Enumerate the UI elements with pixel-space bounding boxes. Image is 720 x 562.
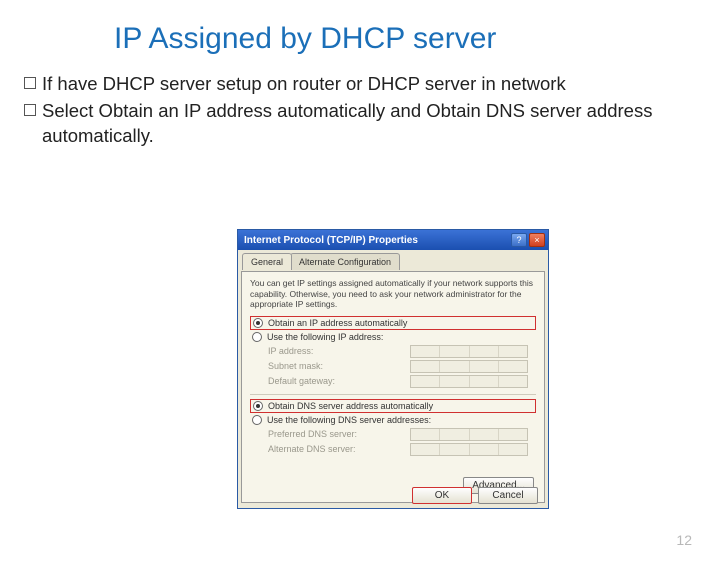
radio-icon	[253, 318, 263, 328]
slide-title: IP Assigned by DHCP server	[114, 22, 720, 56]
cancel-button[interactable]: Cancel	[478, 487, 538, 504]
ip-input	[410, 428, 528, 441]
ip-input	[410, 360, 528, 373]
radio-obtain-dns-auto[interactable]: Obtain DNS server address automatically	[250, 399, 536, 413]
radio-label: Obtain DNS server address automatically	[268, 401, 433, 411]
radio-icon	[252, 332, 262, 342]
field-label: Preferred DNS server:	[268, 429, 357, 439]
close-button[interactable]: ×	[529, 233, 545, 247]
ip-input	[410, 375, 528, 388]
field-alternate-dns: Alternate DNS server:	[268, 443, 528, 456]
radio-icon	[252, 415, 262, 425]
bullet-list: If have DHCP server setup on router or D…	[24, 72, 678, 149]
ok-button[interactable]: OK	[412, 487, 472, 504]
field-ip-address: IP address:	[268, 345, 528, 358]
field-subnet-mask: Subnet mask:	[268, 360, 528, 373]
field-label: Alternate DNS server:	[268, 444, 356, 454]
ip-input	[410, 443, 528, 456]
field-label: Default gateway:	[268, 376, 335, 386]
field-default-gateway: Default gateway:	[268, 375, 528, 388]
checkbox-icon	[24, 77, 36, 89]
help-button[interactable]: ?	[511, 233, 527, 247]
description-text: You can get IP settings assigned automat…	[250, 278, 536, 310]
bullet-item: If have DHCP server setup on router or D…	[24, 72, 678, 97]
radio-label: Use the following DNS server addresses:	[267, 415, 431, 425]
dialog-title: Internet Protocol (TCP/IP) Properties	[244, 235, 418, 246]
tab-strip: General Alternate Configuration	[238, 253, 548, 271]
radio-use-following-dns[interactable]: Use the following DNS server addresses:	[250, 414, 536, 426]
field-label: Subnet mask:	[268, 361, 323, 371]
radio-label: Obtain an IP address automatically	[268, 318, 407, 328]
field-preferred-dns: Preferred DNS server:	[268, 428, 528, 441]
ip-input	[410, 345, 528, 358]
radio-obtain-ip-auto[interactable]: Obtain an IP address automatically	[250, 316, 536, 330]
tcpip-properties-dialog: Internet Protocol (TCP/IP) Properties ? …	[237, 229, 549, 509]
bullet-text: Select Obtain an IP address automaticall…	[42, 99, 678, 149]
titlebar: Internet Protocol (TCP/IP) Properties ? …	[238, 230, 548, 250]
bullet-text: If have DHCP server setup on router or D…	[42, 72, 678, 97]
checkbox-icon	[24, 104, 36, 116]
dns-fields-group: Preferred DNS server: Alternate DNS serv…	[268, 428, 528, 456]
radio-label: Use the following IP address:	[267, 332, 383, 342]
dialog-button-row: OK Cancel	[412, 487, 538, 504]
tab-panel-general: You can get IP settings assigned automat…	[241, 271, 545, 503]
field-label: IP address:	[268, 346, 313, 356]
radio-use-following-ip[interactable]: Use the following IP address:	[250, 331, 536, 343]
bullet-item: Select Obtain an IP address automaticall…	[24, 99, 678, 149]
page-number: 12	[676, 532, 692, 548]
separator	[250, 394, 536, 395]
radio-icon	[253, 401, 263, 411]
tab-general[interactable]: General	[242, 253, 292, 270]
ip-fields-group: IP address: Subnet mask: Default gateway…	[268, 345, 528, 388]
tab-alternate-configuration[interactable]: Alternate Configuration	[290, 253, 400, 270]
